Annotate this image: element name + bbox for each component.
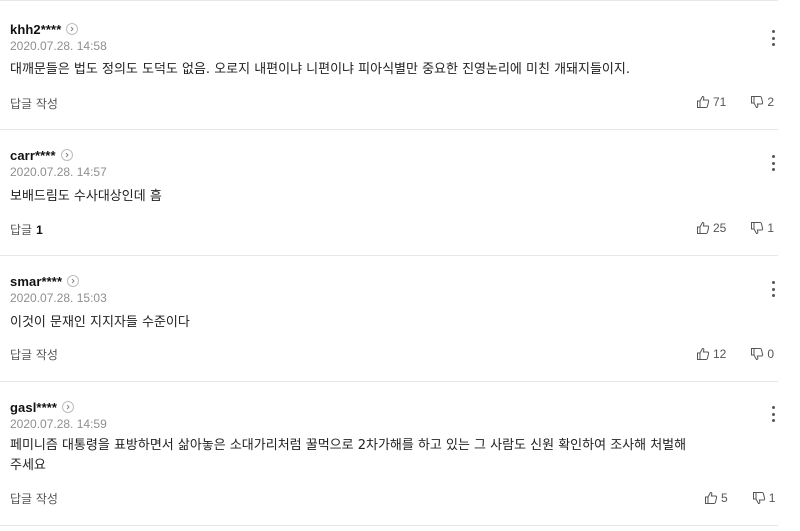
like-button[interactable]: 5 [704, 491, 728, 505]
top-divider [0, 0, 778, 1]
comment-author-row: gasl**** [10, 398, 75, 416]
dislike-count: 2 [767, 95, 775, 109]
thumbs-down-icon [752, 492, 765, 505]
thumbs-up-icon [697, 347, 710, 360]
like-count: 12 [713, 347, 727, 361]
chevron-right-icon[interactable] [67, 275, 80, 287]
like-button[interactable]: 25 [696, 221, 726, 235]
reply-button[interactable]: 답글 작성 [10, 346, 62, 363]
like-count: 71 [713, 95, 727, 109]
comment-author-row: carr**** [10, 146, 73, 164]
like-button[interactable]: 71 [696, 95, 726, 109]
dislike-button[interactable]: 0 [750, 347, 774, 361]
reply-button[interactable]: 답글 1 [10, 221, 43, 238]
comment-divider [0, 381, 778, 382]
vote-group: 25 1 [696, 221, 774, 235]
more-vertical-icon[interactable] [771, 155, 775, 171]
reply-label: 답글 작성 [10, 348, 58, 362]
comment-text: 이것이 문재인 지지자들 수준이다 [10, 315, 190, 330]
chevron-right-icon[interactable] [66, 23, 79, 35]
more-vertical-icon[interactable] [771, 30, 775, 46]
chevron-right-icon[interactable] [60, 149, 73, 161]
vote-group: 12 0 [696, 347, 774, 361]
comment-username[interactable]: smar**** [10, 274, 62, 289]
thumbs-down-icon [751, 348, 764, 361]
chevron-right-icon[interactable] [62, 401, 75, 413]
reply-label: 답글 작성 [10, 492, 58, 506]
vote-group: 5 1 [704, 491, 775, 505]
dislike-count: 1 [768, 491, 776, 505]
like-count: 5 [721, 491, 728, 505]
thumbs-up-icon [705, 491, 718, 504]
more-vertical-icon[interactable] [771, 281, 775, 297]
comment-date: 2020.07.28. 15:03 [10, 291, 107, 305]
comment-divider [0, 525, 778, 526]
comment-username[interactable]: gasl**** [10, 400, 57, 415]
comment-date: 2020.07.28. 14:57 [10, 165, 107, 179]
comment-divider [0, 255, 778, 256]
thumbs-down-icon [751, 222, 764, 235]
dislike-button[interactable]: 1 [752, 491, 776, 505]
dislike-count: 0 [767, 347, 775, 361]
thumbs-up-icon [697, 221, 710, 234]
comment-divider [0, 129, 778, 130]
reply-button[interactable]: 답글 작성 [10, 490, 62, 507]
dislike-count: 1 [767, 221, 775, 235]
reply-label: 답글 [10, 223, 33, 237]
dislike-button[interactable]: 2 [750, 95, 774, 109]
thumbs-up-icon [697, 95, 710, 108]
reply-label: 답글 작성 [10, 97, 58, 111]
comment-text: 보배드림도 수사대상인데 흠 [10, 189, 162, 204]
comment-text: 대깨문들은 법도 정의도 도덕도 없음. 오로지 내편이냐 니편이냐 피아식별만… [10, 62, 630, 77]
comment-author-row: smar**** [10, 272, 80, 290]
dislike-button[interactable]: 1 [750, 221, 774, 235]
reply-button[interactable]: 답글 작성 [10, 95, 62, 112]
comment-author-row: khh2**** [10, 20, 79, 38]
comment-text: 페미니즘 대통령을 표방하면서 삶아놓은 소대가리처럼 꿀먹으로 2차가해를 하… [10, 438, 687, 473]
more-vertical-icon[interactable] [771, 406, 775, 422]
like-count: 25 [713, 221, 727, 235]
comment-date: 2020.07.28. 14:59 [10, 417, 107, 431]
comment-username[interactable]: carr**** [10, 148, 56, 163]
thumbs-down-icon [751, 96, 764, 109]
like-button[interactable]: 12 [696, 347, 726, 361]
reply-count: 1 [36, 222, 43, 237]
comment-username[interactable]: khh2**** [10, 22, 61, 37]
vote-group: 71 2 [696, 95, 774, 109]
comment-date: 2020.07.28. 14:58 [10, 39, 107, 53]
